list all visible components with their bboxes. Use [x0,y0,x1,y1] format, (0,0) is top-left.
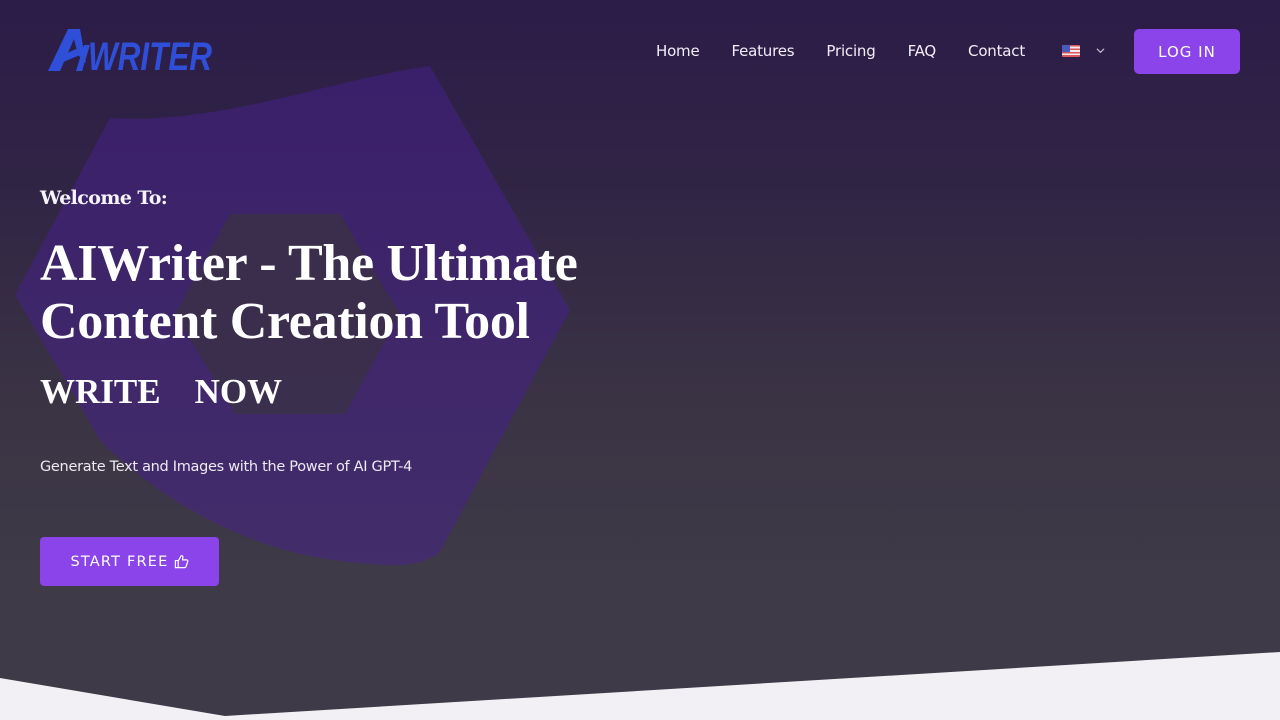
typed-word-now: NOW [194,372,283,411]
main-nav: Home Features Pricing FAQ Contact [640,29,1105,73]
start-free-button[interactable]: START FREE [40,537,219,586]
nav-features[interactable]: Features [732,42,795,60]
chevron-down-icon [1096,47,1105,53]
nav-contact[interactable]: Contact [968,42,1025,60]
welcome-label: Welcome To: [40,187,168,209]
typed-word-write: WRITE [40,372,161,411]
nav-faq[interactable]: FAQ [908,42,937,60]
thumbs-up-icon [174,555,188,569]
nav-pricing[interactable]: Pricing [826,42,875,60]
svg-text:WRITER: WRITER [88,35,212,75]
hero-subtitle: Generate Text and Images with the Power … [40,459,413,475]
hero-title: AIWriter - The Ultimate Content Creation… [40,235,578,350]
site-header: WRITER Home Features Pricing FAQ Contact… [0,0,1280,100]
language-selector[interactable] [1062,45,1105,57]
logo[interactable]: WRITER [46,24,216,76]
hexagon-background-shape [15,66,570,566]
start-free-label: START FREE [70,553,169,570]
bottom-section-divider [0,652,1280,720]
nav-home[interactable]: Home [656,42,700,60]
aiwriter-logo-icon: WRITER [48,29,212,75]
login-button[interactable]: LOG IN [1134,29,1240,74]
typed-headline: WRITE NOW [40,372,282,412]
us-flag-icon [1062,45,1081,57]
